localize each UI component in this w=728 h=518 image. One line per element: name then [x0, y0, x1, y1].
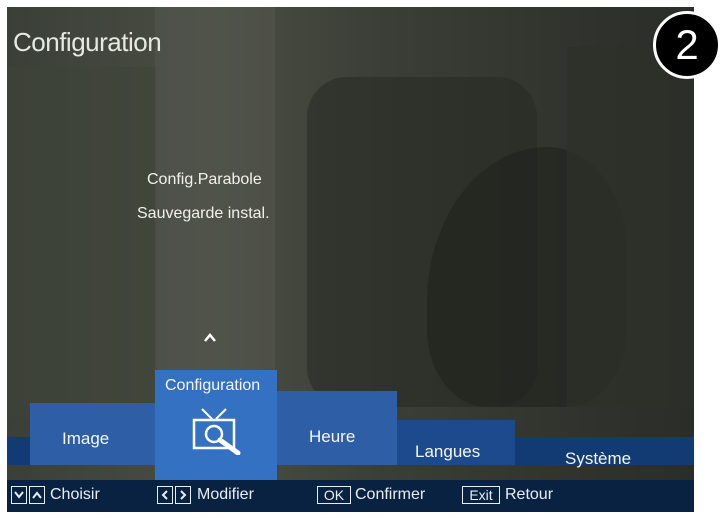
choose-hint: Choisir	[50, 486, 100, 503]
up-key	[29, 486, 45, 504]
tab-image[interactable]: Image	[30, 403, 155, 465]
right-key	[175, 486, 191, 504]
background-image-region	[7, 67, 157, 417]
submenu-column	[155, 7, 275, 375]
page-title: Configuration	[13, 27, 162, 57]
tab-langues-label: Langues	[415, 442, 481, 461]
modify-hint: Modifier	[197, 486, 254, 503]
down-key	[11, 486, 27, 504]
chevron-left-icon	[161, 490, 168, 500]
tab-image-label: Image	[62, 429, 110, 448]
tab-systeme-label: Système	[565, 449, 632, 468]
chevron-up-icon[interactable]	[203, 331, 217, 345]
tab-heure[interactable]: Heure	[277, 391, 397, 465]
tab-heure-label: Heure	[309, 427, 356, 446]
exit-key: Exit	[462, 486, 500, 504]
chevron-down-icon	[14, 491, 24, 499]
confirm-hint: Confirmer	[355, 486, 426, 503]
back-hint: Retour	[505, 486, 554, 503]
tv-screen: Configuration Config.Parabole Sauvegarde…	[7, 7, 694, 512]
background-image-region	[567, 47, 694, 407]
footer-hint-bar: Choisir Modifier OK Confirmer Exit Retou…	[7, 480, 694, 512]
tab-langues[interactable]: Langues	[397, 420, 515, 465]
chevron-up-icon	[32, 491, 42, 499]
step-badge: 2	[653, 11, 721, 79]
chevron-right-icon	[180, 490, 187, 500]
tab-configuration-label: Configuration	[165, 377, 261, 394]
tab-systeme[interactable]: Système	[515, 437, 694, 468]
left-key	[157, 486, 173, 504]
submenu-item-config-parabole[interactable]: Config.Parabole	[147, 171, 262, 189]
tab-configuration[interactable]: Configuration	[155, 370, 277, 482]
ok-key: OK	[317, 486, 351, 504]
submenu-item-sauvegarde-instal[interactable]: Sauvegarde instal.	[137, 205, 270, 223]
tv-icon	[192, 408, 241, 455]
